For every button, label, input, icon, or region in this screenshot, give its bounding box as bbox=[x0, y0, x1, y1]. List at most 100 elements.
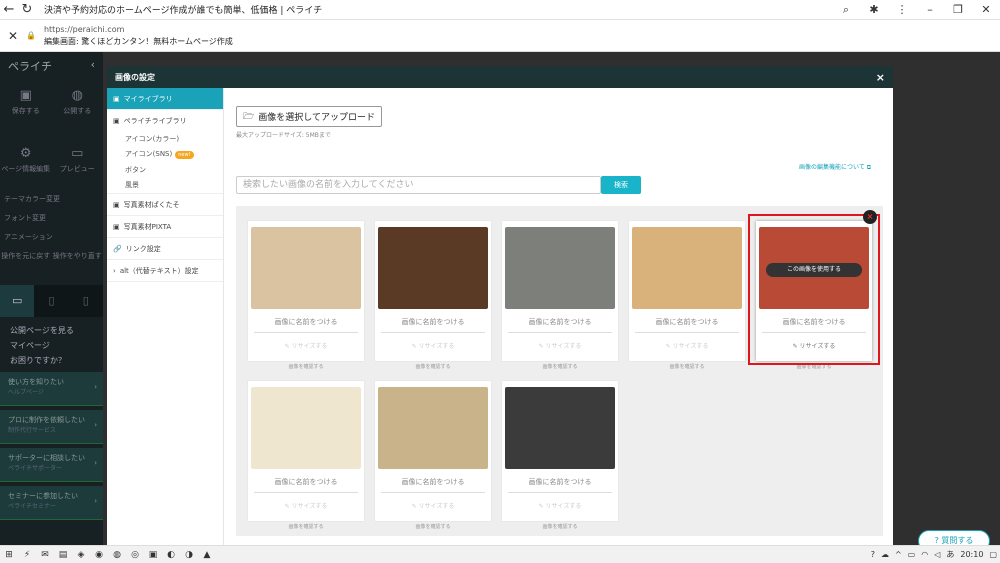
taskbar-app-icon[interactable]: ◎ bbox=[126, 550, 144, 560]
menu-icon[interactable]: ⋮ bbox=[888, 3, 916, 16]
reload-icon[interactable]: ↻ bbox=[18, 2, 36, 17]
resize-button[interactable]: ✎ リサイズする bbox=[375, 341, 491, 350]
check-image-link[interactable]: 画像を確認する bbox=[502, 523, 618, 530]
remove-image-icon[interactable]: × bbox=[863, 210, 877, 224]
search-button[interactable]: 検索 bbox=[601, 176, 641, 194]
resize-button[interactable]: ✎ リサイズする bbox=[248, 501, 364, 510]
resize-button[interactable]: ✎ リサイズする bbox=[502, 501, 618, 510]
preview-button[interactable]: ▭ プレビュー bbox=[52, 146, 104, 190]
taskbar-app-icon[interactable]: ▲ bbox=[198, 550, 216, 560]
subitem-button[interactable]: ボタン bbox=[107, 163, 223, 178]
volume-icon[interactable]: ◁ bbox=[931, 550, 943, 559]
back-icon[interactable]: ← bbox=[0, 2, 18, 17]
weather-icon[interactable]: ☁ bbox=[878, 550, 892, 559]
image-name-label[interactable]: 画像に名前をつける bbox=[502, 477, 618, 487]
close-icon[interactable]: ✕ bbox=[0, 29, 26, 43]
image-card[interactable]: 画像に名前をつける ✎ リサイズする 画像を確認する bbox=[375, 381, 491, 530]
help-tray-icon[interactable]: ? bbox=[868, 550, 878, 559]
chevron-up-icon[interactable]: ^ bbox=[892, 550, 905, 559]
notification-icon[interactable]: ▢ bbox=[986, 550, 1000, 559]
help-question-link[interactable]: お困りですか？ bbox=[0, 353, 103, 368]
image-card[interactable]: 画像に名前をつける ✎ リサイズする 画像を確認する bbox=[502, 381, 618, 530]
check-image-link[interactable]: 画像を確認する bbox=[375, 363, 491, 370]
sidebar-item-my-library[interactable]: ▣ マイライブラリ bbox=[107, 88, 223, 110]
save-button[interactable]: ▣ 保存する bbox=[0, 88, 52, 132]
taskbar-app-icon[interactable]: ◉ bbox=[90, 550, 108, 560]
sidebar-item-alt-settings[interactable]: › alt（代替テキスト）設定 bbox=[107, 260, 223, 282]
chevron-left-icon[interactable]: ‹ bbox=[91, 58, 95, 71]
desktop-icon[interactable]: ▭ bbox=[0, 285, 35, 317]
image-card[interactable]: 画像に名前をつける ✎ リサイズする 画像を確認する bbox=[248, 221, 364, 370]
image-name-label[interactable]: 画像に名前をつける bbox=[375, 317, 491, 327]
sidebar-item-peraichi-library[interactable]: ▣ ペライチライブラリ bbox=[107, 110, 223, 132]
thumbnail-image[interactable] bbox=[505, 387, 615, 469]
cta-supporter[interactable]: サポーターに相談したい ペライチサポーター › bbox=[0, 448, 103, 482]
theme-color-menu[interactable]: テーマカラー変更 bbox=[0, 190, 103, 209]
restore-icon[interactable]: ❐ bbox=[944, 3, 972, 16]
taskbar-app-icon[interactable]: ✉ bbox=[36, 550, 54, 560]
animation-menu[interactable]: アニメーション bbox=[0, 228, 103, 247]
close-window-icon[interactable]: ✕ bbox=[972, 3, 1000, 16]
subitem-icon-color[interactable]: アイコン(カラー) bbox=[107, 132, 223, 147]
resize-button[interactable]: ✎ リサイズする bbox=[502, 341, 618, 350]
mypage-link[interactable]: マイページ bbox=[0, 338, 103, 353]
image-name-label[interactable]: 画像に名前をつける bbox=[629, 317, 745, 327]
image-name-label[interactable]: 画像に名前をつける bbox=[502, 317, 618, 327]
undo-button[interactable]: 操作を元に戻す bbox=[0, 251, 52, 279]
url-text[interactable]: https://peraichi.com bbox=[44, 24, 233, 36]
image-card[interactable]: 画像に名前をつける ✎ リサイズする 画像を確認する bbox=[375, 221, 491, 370]
page-info-button[interactable]: ⚙ ページ情報編集 bbox=[0, 146, 52, 190]
taskbar-app-icon[interactable]: ▤ bbox=[54, 550, 72, 560]
image-name-label[interactable]: 画像に名前をつける bbox=[248, 317, 364, 327]
windows-start-icon[interactable]: ⊞ bbox=[0, 550, 18, 560]
mobile-icon[interactable]: ▯ bbox=[69, 285, 103, 317]
resize-button[interactable]: ✎ リサイズする bbox=[375, 501, 491, 510]
cta-seminar[interactable]: セミナーに参加したい ペライチセミナー › bbox=[0, 486, 103, 520]
sidebar-item-link-settings[interactable]: 🔗 リンク設定 bbox=[107, 238, 223, 260]
sidebar-item-pixta[interactable]: ▣ 写真素材PIXTA bbox=[107, 216, 223, 238]
battery-icon[interactable]: ▭ bbox=[905, 550, 919, 559]
image-name-label[interactable]: 画像に名前をつける bbox=[248, 477, 364, 487]
edit-feature-link[interactable]: 画像の編集機能について ⧉ bbox=[799, 162, 871, 172]
resize-button[interactable]: ✎ リサイズする bbox=[629, 341, 745, 350]
thumbnail-image[interactable] bbox=[251, 387, 361, 469]
taskbar-app-icon[interactable]: ⚡ bbox=[18, 550, 36, 560]
thumbnail-image[interactable] bbox=[505, 227, 615, 309]
image-card[interactable]: 画像に名前をつける ✎ リサイズする 画像を確認する bbox=[248, 381, 364, 530]
taskbar-app-icon[interactable]: ◍ bbox=[108, 550, 126, 560]
cta-agency[interactable]: プロに制作を依頼したい 制作代行サービス › bbox=[0, 410, 103, 444]
tablet-icon[interactable]: ▯ bbox=[34, 285, 68, 317]
cta-help[interactable]: 使い方を知りたい ヘルプページ › bbox=[0, 372, 103, 406]
taskbar-app-icon[interactable]: ◑ bbox=[180, 550, 198, 560]
taskbar-app-icon[interactable]: ◈ bbox=[72, 550, 90, 560]
subitem-scenery[interactable]: 風景 bbox=[107, 178, 223, 194]
image-card[interactable]: 画像に名前をつける ✎ リサイズする 画像を確認する bbox=[502, 221, 618, 370]
check-image-link[interactable]: 画像を確認する bbox=[502, 363, 618, 370]
check-image-link[interactable]: 画像を確認する bbox=[248, 523, 364, 530]
wifi-icon[interactable]: ◠ bbox=[918, 550, 931, 559]
close-icon[interactable]: × bbox=[876, 71, 885, 84]
check-image-link[interactable]: 画像を確認する bbox=[375, 523, 491, 530]
check-image-link[interactable]: 画像を確認する bbox=[248, 363, 364, 370]
ime-indicator[interactable]: あ bbox=[943, 549, 957, 560]
redo-button[interactable]: 操作をやり直す bbox=[52, 251, 104, 279]
extensions-icon[interactable]: ✱ bbox=[860, 3, 888, 16]
view-published-link[interactable]: 公開ページを見る bbox=[0, 323, 103, 338]
publish-button[interactable]: ◍ 公開する bbox=[52, 88, 104, 132]
thumbnail-image[interactable] bbox=[632, 227, 742, 309]
upload-button[interactable]: 🗁 画像を選択してアップロード bbox=[236, 106, 382, 127]
font-menu[interactable]: フォント変更 bbox=[0, 209, 103, 228]
thumbnail-image[interactable] bbox=[251, 227, 361, 309]
thumbnail-image[interactable] bbox=[378, 387, 488, 469]
image-card[interactable]: 画像に名前をつける ✎ リサイズする 画像を確認する bbox=[629, 221, 745, 370]
search-icon[interactable]: ⌕ bbox=[832, 3, 860, 17]
taskbar-app-icon[interactable]: ◐ bbox=[162, 550, 180, 560]
taskbar-app-icon[interactable]: ▣ bbox=[144, 550, 162, 560]
resize-button[interactable]: ✎ リサイズする bbox=[248, 341, 364, 350]
check-image-link[interactable]: 画像を確認する bbox=[629, 363, 745, 370]
image-search-input[interactable]: 検索したい画像の名前を入力してください bbox=[236, 176, 601, 194]
minimize-icon[interactable]: – bbox=[916, 3, 944, 16]
image-name-label[interactable]: 画像に名前をつける bbox=[375, 477, 491, 487]
clock[interactable]: 20:10 bbox=[957, 550, 986, 559]
subitem-icon-sns[interactable]: アイコン(SNS) new! bbox=[107, 147, 223, 163]
